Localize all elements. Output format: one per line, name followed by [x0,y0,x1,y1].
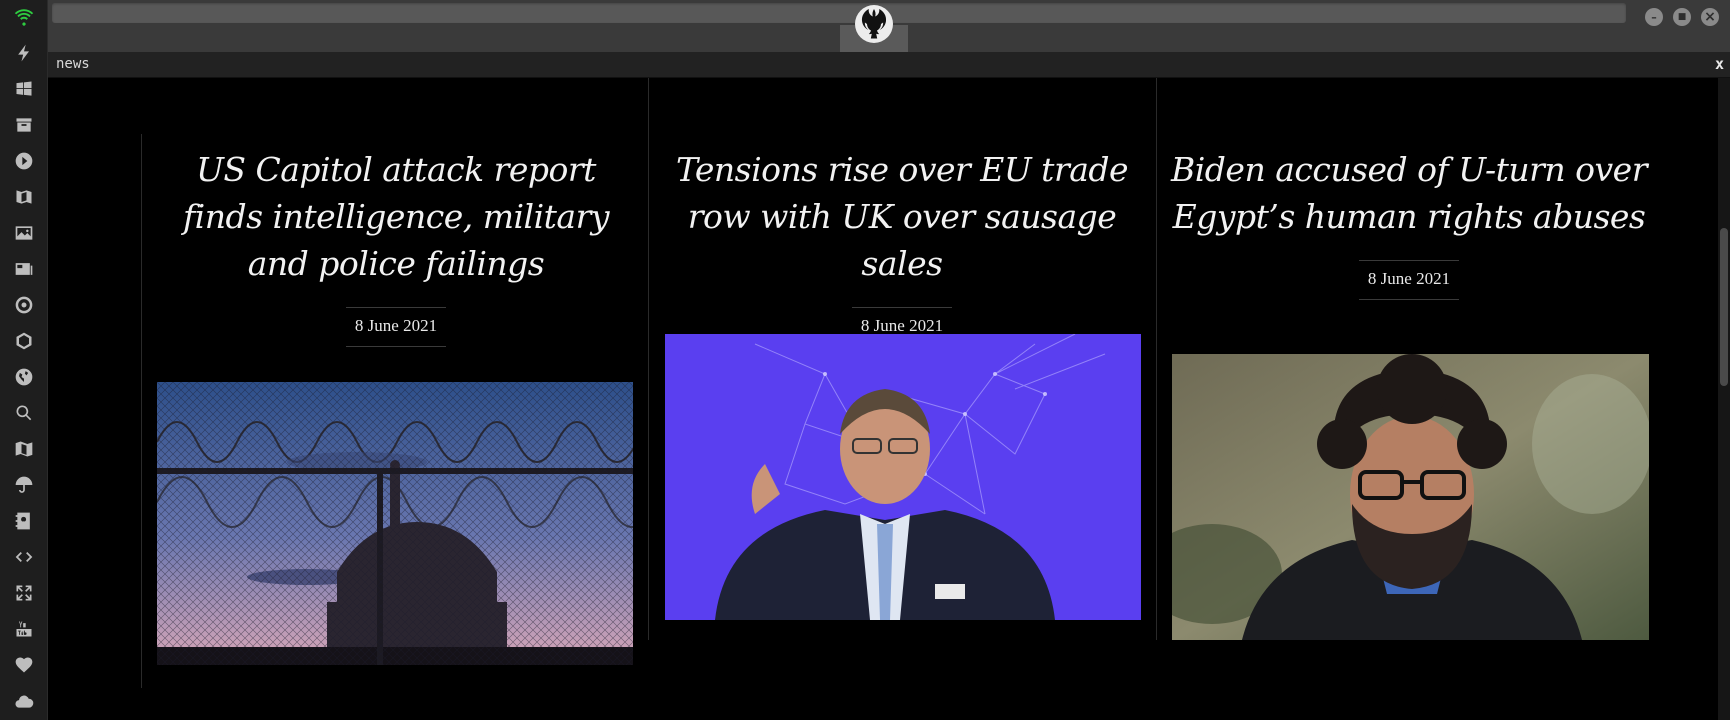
window-titlebar: – ■ × [48,0,1730,52]
scrollbar-thumb[interactable] [1720,228,1728,386]
article-headline[interactable]: Biden accused of U-turn over Egypt’s hum… [1165,146,1653,240]
tab-title[interactable]: news [56,56,90,72]
galactic-empire-icon[interactable] [12,293,36,317]
article-card[interactable]: US Capitol attack report finds intellige… [152,146,640,347]
article-date: 8 June 2021 [860,316,944,335]
address-bar[interactable] [52,3,1626,23]
article-date: 8 June 2021 [354,316,438,335]
play-circle-icon[interactable] [12,149,36,173]
column-divider [141,134,142,688]
contacts-icon[interactable] [12,509,36,533]
article-image-portrait[interactable] [1172,354,1649,640]
close-glyph: × [1704,9,1716,25]
article-card[interactable]: Biden accused of U-turn over Egypt’s hum… [1165,146,1653,300]
minimize-button[interactable]: – [1645,8,1663,26]
tab-close-button[interactable]: x [1715,55,1724,73]
maximize-button[interactable]: ■ [1673,8,1691,26]
book-map-icon[interactable] [12,185,36,209]
umbrella-icon[interactable] [12,473,36,497]
column-divider [1156,78,1157,640]
expand-icon[interactable] [12,581,36,605]
article-card[interactable]: Tensions rise over EU trade row with UK … [658,146,1146,347]
search-icon[interactable] [12,401,36,425]
close-window-button[interactable]: × [1701,8,1719,26]
heart-icon[interactable] [12,653,36,677]
youtube-icon[interactable] [12,617,36,641]
image-icon[interactable] [12,221,36,245]
newspaper-icon[interactable] [12,257,36,281]
cloud-icon[interactable] [12,689,36,713]
news-page: US Capitol attack report finds intellige… [48,78,1718,720]
article-headline[interactable]: Tensions rise over EU trade row with UK … [658,146,1146,287]
code-icon[interactable] [12,545,36,569]
article-date: 8 June 2021 [1367,269,1451,288]
article-headline[interactable]: US Capitol attack report finds intellige… [152,146,640,287]
wifi-icon[interactable] [12,5,36,29]
tab-bar: news x [48,52,1730,78]
article-date-box: 8 June 2021 [1359,260,1459,300]
article-date-box: 8 June 2021 [346,307,446,347]
article-image-capitol[interactable] [157,382,633,665]
windows-icon[interactable] [12,77,36,101]
app-sidebar [0,0,48,720]
globe-icon[interactable] [12,365,36,389]
column-divider [648,78,649,640]
minimize-glyph: – [1651,10,1657,24]
article-image-eu-official[interactable] [665,334,1141,620]
lightning-icon[interactable] [12,41,36,65]
jedi-order-icon[interactable] [12,329,36,353]
archive-icon[interactable] [12,113,36,137]
maximize-glyph: ■ [1677,11,1687,22]
map-icon[interactable] [12,437,36,461]
vertical-scrollbar[interactable] [1718,78,1730,720]
rebel-alliance-icon [854,4,894,44]
